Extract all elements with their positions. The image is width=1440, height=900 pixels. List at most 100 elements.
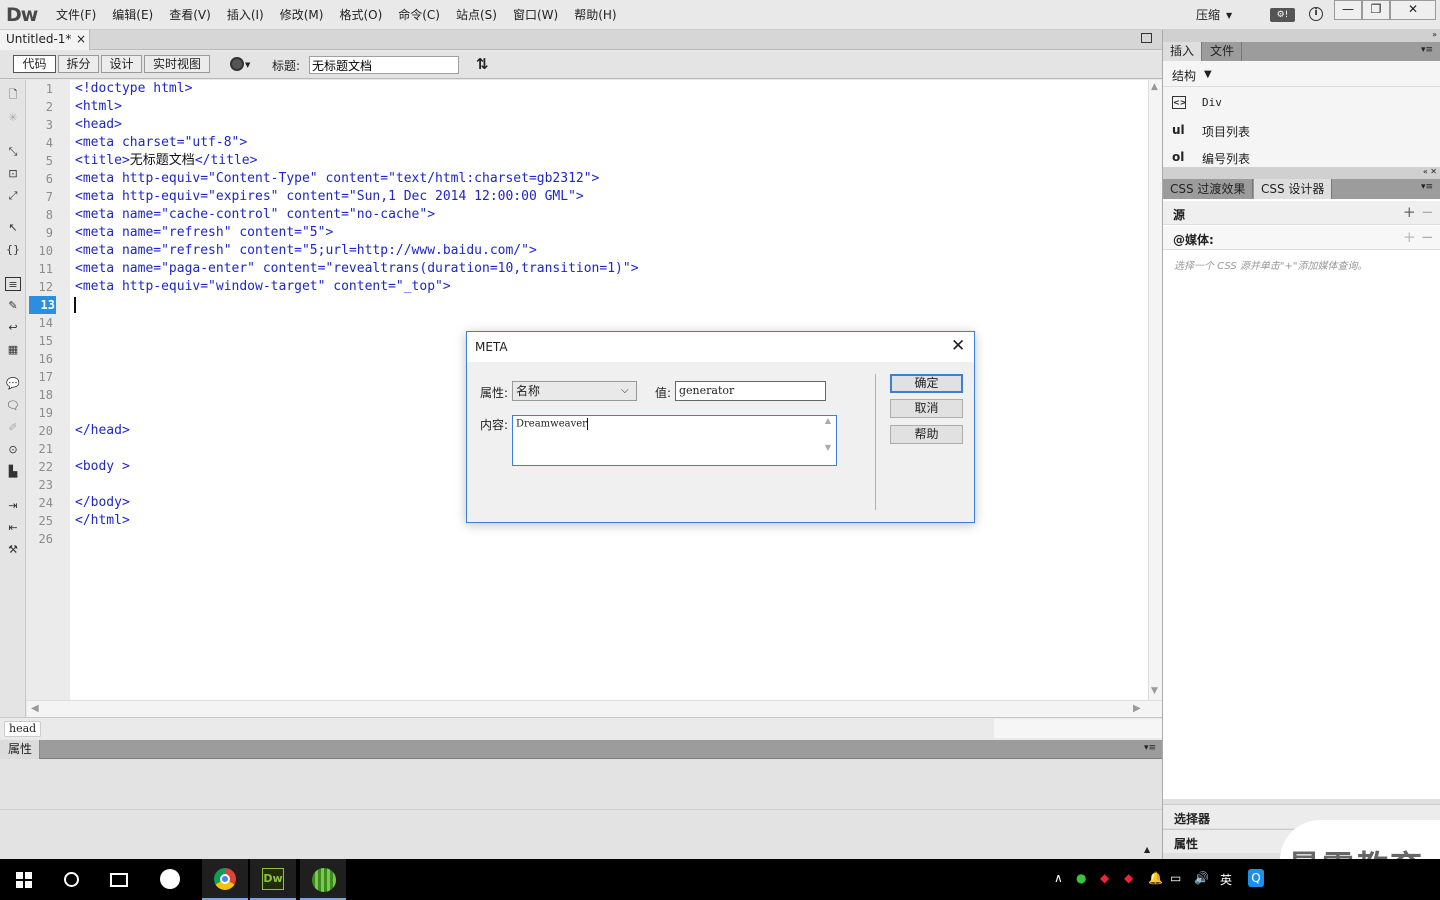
panel-collapse-icon[interactable]: « ✕: [1163, 167, 1440, 179]
insert-ul-item[interactable]: ul 项目列表: [1163, 118, 1440, 144]
code-line[interactable]: <html>: [75, 98, 122, 116]
workspace-switcher[interactable]: 压缩 ▼: [1196, 6, 1232, 23]
taskbar-dreamweaver[interactable]: Dw: [250, 859, 296, 900]
word-wrap-icon[interactable]: ↩: [5, 321, 21, 335]
tab-css-transitions[interactable]: CSS 过渡效果: [1163, 179, 1254, 198]
code-line[interactable]: <meta name="refresh" content="5">: [75, 224, 333, 242]
code-horizontal-scrollbar[interactable]: ◀ ▶: [27, 700, 1162, 717]
taskbar-chrome[interactable]: [202, 859, 248, 900]
view-live-button[interactable]: 实时视图: [144, 55, 210, 73]
menu-insert[interactable]: 插入(I): [219, 0, 272, 30]
properties-tab[interactable]: 属性: [0, 740, 40, 759]
restore-document-icon[interactable]: [1141, 33, 1152, 43]
collapse-selection-icon[interactable]: ⊡: [5, 167, 21, 181]
maximize-button[interactable]: ❐: [1362, 0, 1390, 20]
expand-all-icon[interactable]: ⤢: [5, 189, 21, 203]
remove-source-icon[interactable]: −: [1421, 203, 1434, 221]
insert-category-dropdown[interactable]: 结构 ▼: [1163, 61, 1440, 87]
notification-bell-icon[interactable]: 🔔: [1148, 871, 1163, 885]
remove-comment-icon[interactable]: 🗨: [5, 399, 21, 413]
format-source-icon[interactable]: ⚒: [5, 543, 21, 557]
view-code-button[interactable]: 代码: [13, 55, 56, 73]
tag-selector-head[interactable]: head: [4, 721, 42, 737]
preview-globe-icon[interactable]: [230, 57, 244, 71]
search-button[interactable]: [48, 859, 94, 900]
close-window-button[interactable]: ✕: [1390, 0, 1436, 20]
minimize-button[interactable]: —: [1334, 0, 1362, 20]
code-line[interactable]: <meta name="cache-control" content="no-c…: [75, 206, 435, 224]
code-line[interactable]: </body>: [75, 494, 130, 512]
code-line[interactable]: </head>: [75, 422, 130, 440]
tab-insert[interactable]: 插入: [1163, 42, 1203, 61]
volume-icon[interactable]: 🔊: [1194, 871, 1209, 885]
file-management-icon[interactable]: ⇅: [476, 55, 489, 73]
menu-window[interactable]: 窗口(W): [505, 0, 566, 30]
balance-braces-icon[interactable]: {}: [5, 243, 21, 257]
qq-icon[interactable]: ◆: [1100, 871, 1109, 885]
start-button[interactable]: [0, 859, 46, 900]
view-split-button[interactable]: 拆分: [58, 55, 99, 73]
highlight-invalid-code-icon[interactable]: ✎: [5, 299, 21, 313]
menu-commands[interactable]: 命令(C): [390, 0, 448, 30]
menu-site[interactable]: 站点(S): [448, 0, 505, 30]
show-code-navigator-icon[interactable]: ✳: [5, 111, 21, 125]
scroll-up-icon[interactable]: ▲: [1151, 82, 1158, 92]
panel-collapse-icon[interactable]: »: [1163, 30, 1440, 42]
remove-media-icon[interactable]: −: [1421, 228, 1434, 246]
menu-edit[interactable]: 编辑(E): [104, 0, 161, 30]
code-line[interactable]: <head>: [75, 116, 122, 134]
panel-menu-icon[interactable]: ▾≡: [1421, 45, 1433, 55]
move-css-icon[interactable]: ▙: [5, 465, 21, 479]
ok-button[interactable]: 确定: [890, 374, 963, 393]
attribute-select[interactable]: 名称 ⌵: [512, 381, 637, 401]
help-button[interactable]: 帮助: [890, 425, 963, 444]
add-source-icon[interactable]: +: [1403, 203, 1416, 221]
code-line[interactable]: <meta name="paga-enter" content="revealt…: [75, 260, 639, 278]
insert-div-item[interactable]: <> Div: [1163, 91, 1440, 117]
content-textarea[interactable]: Dreamweaver: [512, 415, 837, 466]
title-input[interactable]: [309, 56, 459, 74]
code-line[interactable]: <meta name="refresh" content="5;url=http…: [75, 242, 537, 260]
outdent-icon[interactable]: ⇤: [5, 521, 21, 535]
close-icon[interactable]: ✕: [951, 336, 965, 356]
scroll-down-icon[interactable]: ▼: [1151, 686, 1158, 696]
taskbar-app-pinwheel[interactable]: [146, 859, 192, 900]
menu-help[interactable]: 帮助(H): [566, 0, 624, 30]
wrap-tag-icon[interactable]: ✐: [5, 421, 21, 435]
code-line[interactable]: </html>: [75, 512, 130, 530]
indent-icon[interactable]: ⇥: [5, 499, 21, 513]
task-view-button[interactable]: [96, 859, 142, 900]
tray-expand-icon[interactable]: ∧: [1054, 871, 1063, 885]
open-documents-icon[interactable]: 🗋: [5, 88, 21, 102]
syntax-coloring-icon[interactable]: ▦: [5, 343, 21, 357]
code-line[interactable]: <meta charset="utf-8">: [75, 134, 247, 152]
wechat-icon[interactable]: ●: [1076, 871, 1086, 885]
code-line[interactable]: <meta http-equiv="expires" content="Sun,…: [75, 188, 584, 206]
close-icon[interactable]: ×: [76, 30, 86, 49]
code-line[interactable]: <body >: [75, 458, 130, 476]
apply-comment-icon[interactable]: 💬: [5, 377, 21, 391]
recent-snippets-icon[interactable]: ⊙: [5, 443, 21, 457]
line-numbers-icon[interactable]: ≡: [5, 277, 21, 291]
tab-css-designer[interactable]: CSS 设计器: [1254, 179, 1333, 199]
view-design-button[interactable]: 设计: [101, 55, 142, 73]
content-scrollbar[interactable]: ▲ ▼: [820, 416, 836, 465]
tray-app-icon[interactable]: Q: [1248, 869, 1264, 887]
scroll-right-icon[interactable]: ▶: [1133, 703, 1141, 714]
extension-icon[interactable]: ⚙!: [1270, 8, 1295, 22]
menu-view[interactable]: 查看(V): [161, 0, 219, 30]
panel-menu-icon[interactable]: ▾≡: [1421, 182, 1433, 192]
menu-file[interactable]: 文件(F): [48, 0, 104, 30]
document-tab[interactable]: Untitled-1* ×: [0, 30, 90, 50]
cancel-button[interactable]: 取消: [890, 399, 963, 418]
scroll-left-icon[interactable]: ◀: [31, 703, 39, 714]
tab-files[interactable]: 文件: [1203, 42, 1243, 61]
code-line[interactable]: <title>无标题文档</title>: [75, 152, 257, 170]
code-line[interactable]: <meta http-equiv="window-target" content…: [75, 278, 451, 296]
menu-format[interactable]: 格式(O): [331, 0, 390, 30]
add-media-icon[interactable]: +: [1403, 228, 1416, 246]
value-input[interactable]: generator: [675, 381, 826, 401]
network-icon[interactable]: ▭: [1170, 871, 1181, 885]
code-vertical-scrollbar[interactable]: ▲ ▼: [1148, 80, 1162, 700]
qq-icon[interactable]: ◆: [1124, 871, 1133, 885]
